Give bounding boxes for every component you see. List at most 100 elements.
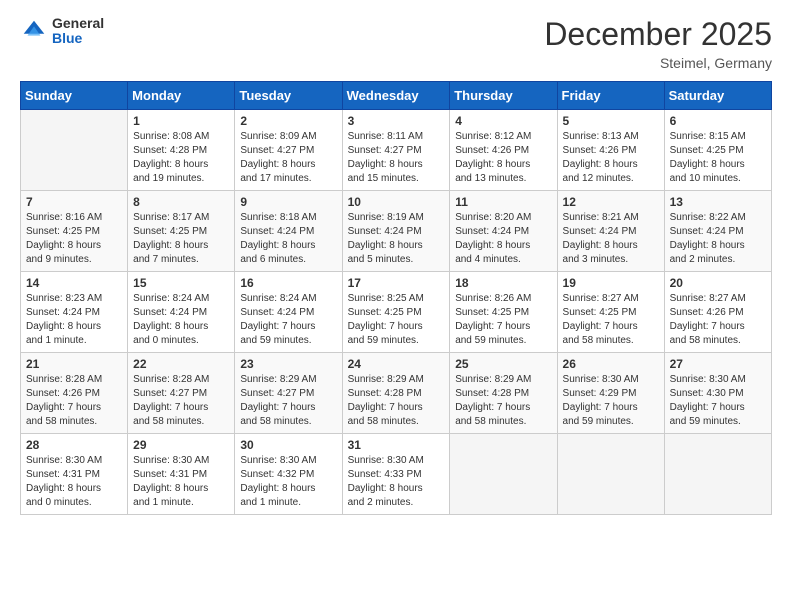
table-row: 5 Sunrise: 8:13 AM Sunset: 4:26 PM Daylig…: [557, 110, 664, 191]
day-info: Sunrise: 8:17 AM Sunset: 4:25 PM Dayligh…: [133, 211, 229, 267]
day-info: Sunrise: 8:13 AM Sunset: 4:26 PM Dayligh…: [563, 130, 659, 186]
day-info: Sunrise: 8:20 AM Sunset: 4:24 PM Dayligh…: [455, 211, 551, 267]
table-row: 27Sunrise: 8:30 AM Sunset: 4:30 PM Dayli…: [664, 353, 771, 434]
day-info: Sunrise: 8:09 AM Sunset: 4:27 PM Dayligh…: [240, 130, 336, 186]
calendar-page: General Blue December 2025 Steimel, Germ…: [0, 0, 792, 612]
day-number: 31: [348, 438, 445, 452]
logo-blue: Blue: [52, 31, 104, 46]
logo-general: General: [52, 16, 104, 31]
table-row: 22 Sunrise: 8:28 AM Sunset: 4:27 PM Dayli…: [128, 353, 235, 434]
day-info: Sunrise: 8:29 AM Sunset: 4:28 PM Dayligh…: [348, 373, 445, 429]
day-info: Sunrise: 8:26 AM Sunset: 4:25 PM Dayligh…: [455, 292, 551, 348]
day-number: 7: [26, 195, 122, 209]
day-info: Sunrise: 8:23 AM Sunset: 4:24 PM Dayligh…: [26, 292, 122, 348]
table-row: 4 Sunrise: 8:12 AM Sunset: 4:26 PM Daylig…: [450, 110, 557, 191]
title-block: December 2025 Steimel, Germany: [544, 16, 772, 71]
table-row: 17 Sunrise: 8:25 AM Sunset: 4:25 PM Dayli…: [342, 272, 450, 353]
calendar-table: Sunday Monday Tuesday Wednesday Thursday…: [20, 81, 772, 515]
day-number: 8: [133, 195, 229, 209]
table-row: 26 Sunrise: 8:30 AM Sunset: 4:29 PM Dayli…: [557, 353, 664, 434]
day-number: 3: [348, 114, 445, 128]
table-row: 29 Sunrise: 8:30 AM Sunset: 4:31 PM Dayli…: [128, 434, 235, 515]
day-info: Sunrise: 8:30 AM Sunset: 4:31 PM Dayligh…: [133, 454, 229, 510]
location: Steimel, Germany: [544, 55, 772, 71]
day-info: Sunrise: 8:21 AM Sunset: 4:24 PM Dayligh…: [563, 211, 659, 267]
table-row: 31Sunrise: 8:30 AM Sunset: 4:33 PM Dayli…: [342, 434, 450, 515]
day-number: 20: [670, 276, 766, 290]
logo: General Blue: [20, 16, 104, 47]
calendar-header-row: Sunday Monday Tuesday Wednesday Thursday…: [21, 82, 772, 110]
day-info: Sunrise: 8:27 AM Sunset: 4:25 PM Dayligh…: [563, 292, 659, 348]
day-number: 23: [240, 357, 336, 371]
calendar-week-2: 7 Sunrise: 8:16 AM Sunset: 4:25 PM Daylig…: [21, 191, 772, 272]
col-tuesday: Tuesday: [235, 82, 342, 110]
day-number: 12: [563, 195, 659, 209]
table-row: 3 Sunrise: 8:11 AM Sunset: 4:27 PM Daylig…: [342, 110, 450, 191]
table-row: 14Sunrise: 8:23 AM Sunset: 4:24 PM Dayli…: [21, 272, 128, 353]
table-row: 8 Sunrise: 8:17 AM Sunset: 4:25 PM Daylig…: [128, 191, 235, 272]
day-number: 30: [240, 438, 336, 452]
day-number: 24: [348, 357, 445, 371]
day-number: 17: [348, 276, 445, 290]
day-number: 18: [455, 276, 551, 290]
table-row: 20 Sunrise: 8:27 AM Sunset: 4:26 PM Dayli…: [664, 272, 771, 353]
day-info: Sunrise: 8:16 AM Sunset: 4:25 PM Dayligh…: [26, 211, 122, 267]
table-row: [21, 110, 128, 191]
col-friday: Friday: [557, 82, 664, 110]
col-saturday: Saturday: [664, 82, 771, 110]
day-number: 16: [240, 276, 336, 290]
calendar-week-4: 21Sunrise: 8:28 AM Sunset: 4:26 PM Dayli…: [21, 353, 772, 434]
table-row: 11 Sunrise: 8:20 AM Sunset: 4:24 PM Dayli…: [450, 191, 557, 272]
table-row: 10 Sunrise: 8:19 AM Sunset: 4:24 PM Dayli…: [342, 191, 450, 272]
day-number: 22: [133, 357, 229, 371]
table-row: 15Sunrise: 8:24 AM Sunset: 4:24 PM Dayli…: [128, 272, 235, 353]
col-sunday: Sunday: [21, 82, 128, 110]
table-row: 24 Sunrise: 8:29 AM Sunset: 4:28 PM Dayli…: [342, 353, 450, 434]
table-row: 2 Sunrise: 8:09 AM Sunset: 4:27 PM Daylig…: [235, 110, 342, 191]
calendar-week-3: 14Sunrise: 8:23 AM Sunset: 4:24 PM Dayli…: [21, 272, 772, 353]
table-row: 13Sunrise: 8:22 AM Sunset: 4:24 PM Dayli…: [664, 191, 771, 272]
day-info: Sunrise: 8:28 AM Sunset: 4:27 PM Dayligh…: [133, 373, 229, 429]
table-row: 18 Sunrise: 8:26 AM Sunset: 4:25 PM Dayli…: [450, 272, 557, 353]
table-row: 30Sunrise: 8:30 AM Sunset: 4:32 PM Dayli…: [235, 434, 342, 515]
col-thursday: Thursday: [450, 82, 557, 110]
day-info: Sunrise: 8:12 AM Sunset: 4:26 PM Dayligh…: [455, 130, 551, 186]
day-info: Sunrise: 8:19 AM Sunset: 4:24 PM Dayligh…: [348, 211, 445, 267]
day-number: 27: [670, 357, 766, 371]
logo-text: General Blue: [52, 16, 104, 47]
day-info: Sunrise: 8:11 AM Sunset: 4:27 PM Dayligh…: [348, 130, 445, 186]
day-number: 9: [240, 195, 336, 209]
day-info: Sunrise: 8:25 AM Sunset: 4:25 PM Dayligh…: [348, 292, 445, 348]
month-title: December 2025: [544, 16, 772, 53]
table-row: 7 Sunrise: 8:16 AM Sunset: 4:25 PM Daylig…: [21, 191, 128, 272]
header: General Blue December 2025 Steimel, Germ…: [20, 16, 772, 71]
table-row: 23 Sunrise: 8:29 AM Sunset: 4:27 PM Dayli…: [235, 353, 342, 434]
day-number: 6: [670, 114, 766, 128]
day-number: 19: [563, 276, 659, 290]
day-info: Sunrise: 8:27 AM Sunset: 4:26 PM Dayligh…: [670, 292, 766, 348]
table-row: [664, 434, 771, 515]
table-row: 19 Sunrise: 8:27 AM Sunset: 4:25 PM Dayli…: [557, 272, 664, 353]
table-row: 6 Sunrise: 8:15 AM Sunset: 4:25 PM Daylig…: [664, 110, 771, 191]
day-info: Sunrise: 8:29 AM Sunset: 4:27 PM Dayligh…: [240, 373, 336, 429]
day-number: 11: [455, 195, 551, 209]
day-info: Sunrise: 8:15 AM Sunset: 4:25 PM Dayligh…: [670, 130, 766, 186]
day-number: 28: [26, 438, 122, 452]
day-info: Sunrise: 8:29 AM Sunset: 4:28 PM Dayligh…: [455, 373, 551, 429]
col-monday: Monday: [128, 82, 235, 110]
day-number: 10: [348, 195, 445, 209]
day-number: 5: [563, 114, 659, 128]
table-row: [557, 434, 664, 515]
table-row: 9Sunrise: 8:18 AM Sunset: 4:24 PM Daylig…: [235, 191, 342, 272]
table-row: 21Sunrise: 8:28 AM Sunset: 4:26 PM Dayli…: [21, 353, 128, 434]
day-number: 13: [670, 195, 766, 209]
day-number: 15: [133, 276, 229, 290]
day-number: 1: [133, 114, 229, 128]
day-number: 29: [133, 438, 229, 452]
table-row: [450, 434, 557, 515]
day-info: Sunrise: 8:30 AM Sunset: 4:29 PM Dayligh…: [563, 373, 659, 429]
calendar-week-1: 1Sunrise: 8:08 AM Sunset: 4:28 PM Daylig…: [21, 110, 772, 191]
day-number: 2: [240, 114, 336, 128]
day-number: 26: [563, 357, 659, 371]
day-number: 4: [455, 114, 551, 128]
